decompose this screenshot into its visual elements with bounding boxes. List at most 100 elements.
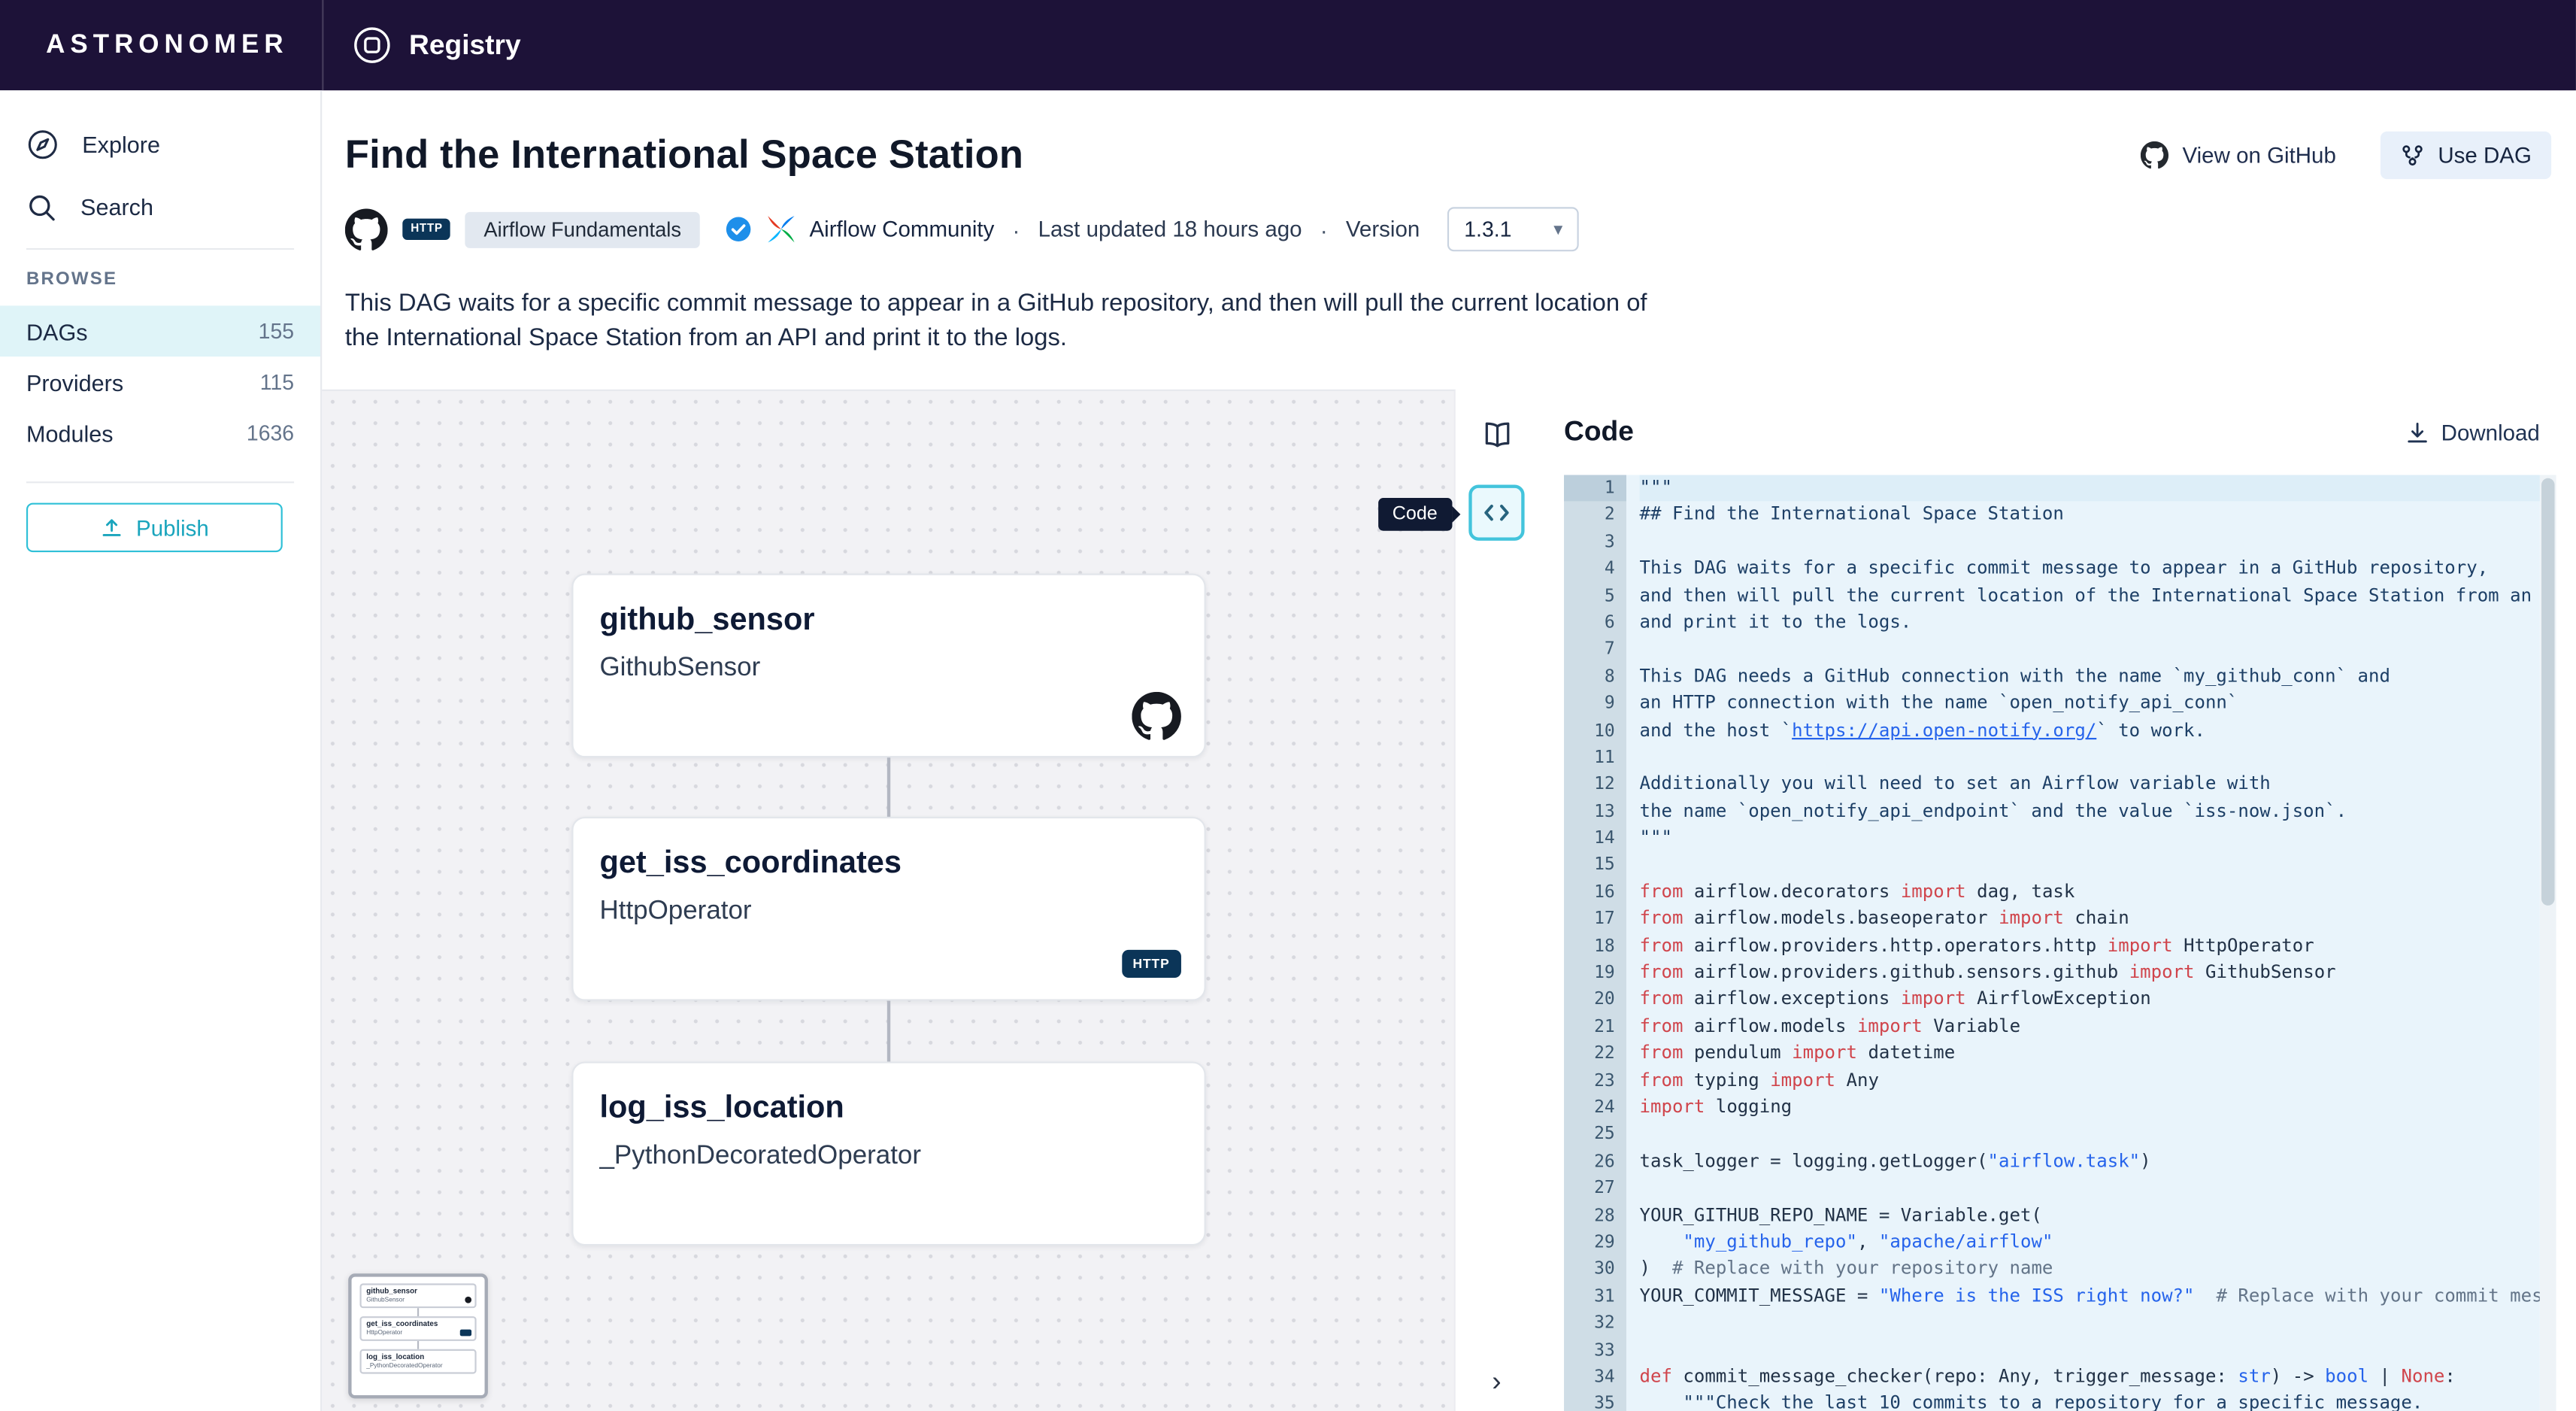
last-updated-text: Last updated 18 hours ago	[1038, 217, 1302, 241]
browse-section-label: BROWSE	[0, 269, 320, 289]
separator-dot: ·	[1320, 216, 1328, 242]
code-line: from airflow.models.baseoperator import …	[1640, 906, 2540, 933]
code-line: "my_github_repo", "apache/airflow"	[1640, 1229, 2540, 1256]
dag-node-log_iss_location[interactable]: log_iss_location_PythonDecoratedOperator	[571, 1061, 1205, 1246]
dag-edge	[887, 757, 890, 817]
http-icon	[460, 1330, 471, 1337]
browse-item-count: 115	[260, 370, 294, 395]
code-viewer[interactable]: 1234567891011121314151617181920212223242…	[1564, 475, 2556, 1411]
line-number: 28	[1564, 1202, 1626, 1229]
code-line: """	[1640, 825, 2540, 852]
minimap-node: get_iss_coordinatesHttpOperator	[359, 1316, 476, 1341]
browse-item-count: 155	[259, 319, 294, 344]
content-row: github_sensorGithubSensor get_iss_coordin…	[322, 390, 2576, 1411]
publish-button[interactable]: Publish	[26, 503, 283, 553]
sidebar-item-modules[interactable]: Modules 1636	[0, 408, 320, 459]
code-tab-button[interactable]	[1468, 485, 1524, 541]
code-tooltip-label: Code	[1393, 505, 1438, 524]
line-number: 14	[1564, 825, 1626, 852]
line-number: 21	[1564, 1014, 1626, 1041]
code-line: from airflow.exceptions import AirflowEx…	[1640, 987, 2540, 1014]
code-line	[1640, 529, 2540, 556]
collapse-panel-button[interactable]: ›	[1479, 1362, 1514, 1401]
line-number: 2	[1564, 502, 1626, 529]
line-number: 20	[1564, 987, 1626, 1014]
minimap-node: github_sensorGithubSensor	[359, 1283, 476, 1308]
dag-node-github_sensor[interactable]: github_sensorGithubSensor	[571, 574, 1205, 758]
sidebar-item-providers[interactable]: Providers 115	[0, 357, 320, 408]
node-operator-type: HttpOperator	[599, 897, 1177, 927]
code-panel: Code Download 12345678910111213141516171…	[1538, 390, 2576, 1411]
code-line: from airflow.providers.http.operators.ht…	[1640, 933, 2540, 960]
browse-list: DAGs155 Providers 115 Modules 1636	[0, 305, 320, 458]
sidebar-item-explore[interactable]: Explore	[0, 120, 320, 169]
line-number: 13	[1564, 798, 1626, 825]
browse-item-count: 1636	[247, 420, 294, 445]
code-line: YOUR_GITHUB_REPO_NAME = Variable.get(	[1640, 1202, 2540, 1229]
code-line: """	[1640, 475, 2540, 502]
use-dag-button[interactable]: Use DAG	[2381, 132, 2551, 179]
line-number: 15	[1564, 852, 1626, 879]
code-line: Additionally you will need to set an Air…	[1640, 771, 2540, 798]
line-number: 31	[1564, 1283, 1626, 1310]
code-line: YOUR_COMMIT_MESSAGE = "Where is the ISS …	[1640, 1283, 2540, 1310]
version-select[interactable]: 1.3.1 ▾	[1447, 207, 1579, 251]
line-number: 30	[1564, 1256, 1626, 1283]
code-line: This DAG needs a GitHub connection with …	[1640, 663, 2540, 690]
browse-item-label: Modules	[26, 420, 114, 446]
dag-node-get_iss_coordinates[interactable]: get_iss_coordinates HttpOperator HTTP	[571, 817, 1205, 1001]
code-panel-title: Code	[1564, 416, 1634, 449]
http-icon: HTTP	[1121, 950, 1181, 978]
line-number: 12	[1564, 771, 1626, 798]
registry-home-link[interactable]: Registry	[323, 25, 520, 66]
code-scrollbar[interactable]	[2540, 475, 2556, 1411]
node-title: get_iss_coordinates	[599, 846, 1177, 882]
publisher-name[interactable]: Airflow Community	[809, 217, 994, 241]
app-root: ASTRONOMER Registry Explore Search BROWS…	[0, 0, 2576, 1411]
sidebar: Explore Search BROWSE DAGs155 Providers 11…	[0, 90, 322, 1411]
download-button[interactable]: Download	[2405, 420, 2540, 445]
code-line: and print it to the logs.	[1640, 609, 2540, 636]
tag-airflow-fundamentals[interactable]: Airflow Fundamentals	[465, 211, 699, 247]
sidebar-item-dags[interactable]: DAGs155	[0, 305, 320, 357]
code-tooltip: Code	[1377, 498, 1452, 531]
code-line: from airflow.providers.github.sensors.gi…	[1640, 960, 2540, 987]
airflow-logo-icon	[767, 215, 795, 243]
minimap-edge	[417, 1308, 419, 1316]
code-line	[1640, 1337, 2540, 1364]
code-line: the name `open_notify_api_endpoint` and …	[1640, 798, 2540, 825]
code-line: import logging	[1640, 1094, 2540, 1121]
code-line	[1640, 1176, 2540, 1203]
code-line: from pendulum import datetime	[1640, 1040, 2540, 1067]
graph-minimap[interactable]: github_sensorGithubSensor get_iss_coordin…	[348, 1273, 488, 1398]
minimap-node-title: github_sensor	[366, 1287, 470, 1296]
line-number: 9	[1564, 690, 1626, 718]
code-line: and the host `https://api.open-notify.or…	[1640, 718, 2540, 745]
readme-tab-button[interactable]	[1468, 406, 1524, 462]
scrollbar-thumb[interactable]	[2541, 478, 2554, 906]
download-icon	[2405, 420, 2430, 445]
line-number: 3	[1564, 529, 1626, 556]
github-icon	[1132, 692, 1181, 742]
chevron-down-icon: ▾	[1553, 219, 1562, 240]
dag-edge	[887, 1001, 890, 1062]
minimap-node-title: get_iss_coordinates	[366, 1319, 470, 1328]
code-line: from typing import Any	[1640, 1067, 2540, 1094]
publish-label: Publish	[136, 515, 209, 540]
sidebar-item-search[interactable]: Search	[0, 183, 320, 232]
line-number: 33	[1564, 1337, 1626, 1364]
download-label: Download	[2441, 420, 2540, 445]
sidebar-item-label: Explore	[82, 132, 160, 158]
minimap-node-subtitle: HttpOperator	[366, 1328, 470, 1336]
code-line: """Check the last 10 commits to a reposi…	[1640, 1391, 2540, 1411]
line-number: 8	[1564, 663, 1626, 690]
topbar: ASTRONOMER Registry	[0, 0, 2576, 90]
view-on-github-link[interactable]: View on GitHub	[2141, 141, 2336, 169]
dag-graph-canvas[interactable]: github_sensorGithubSensor get_iss_coordin…	[322, 390, 1456, 1411]
code-line	[1640, 852, 2540, 879]
astronomer-logo[interactable]: ASTRONOMER	[0, 30, 322, 59]
line-number: 6	[1564, 609, 1626, 636]
panel-tool-strip: Code ›	[1456, 390, 1538, 1411]
browse-item-label: Providers	[26, 369, 123, 396]
line-number: 34	[1564, 1364, 1626, 1391]
